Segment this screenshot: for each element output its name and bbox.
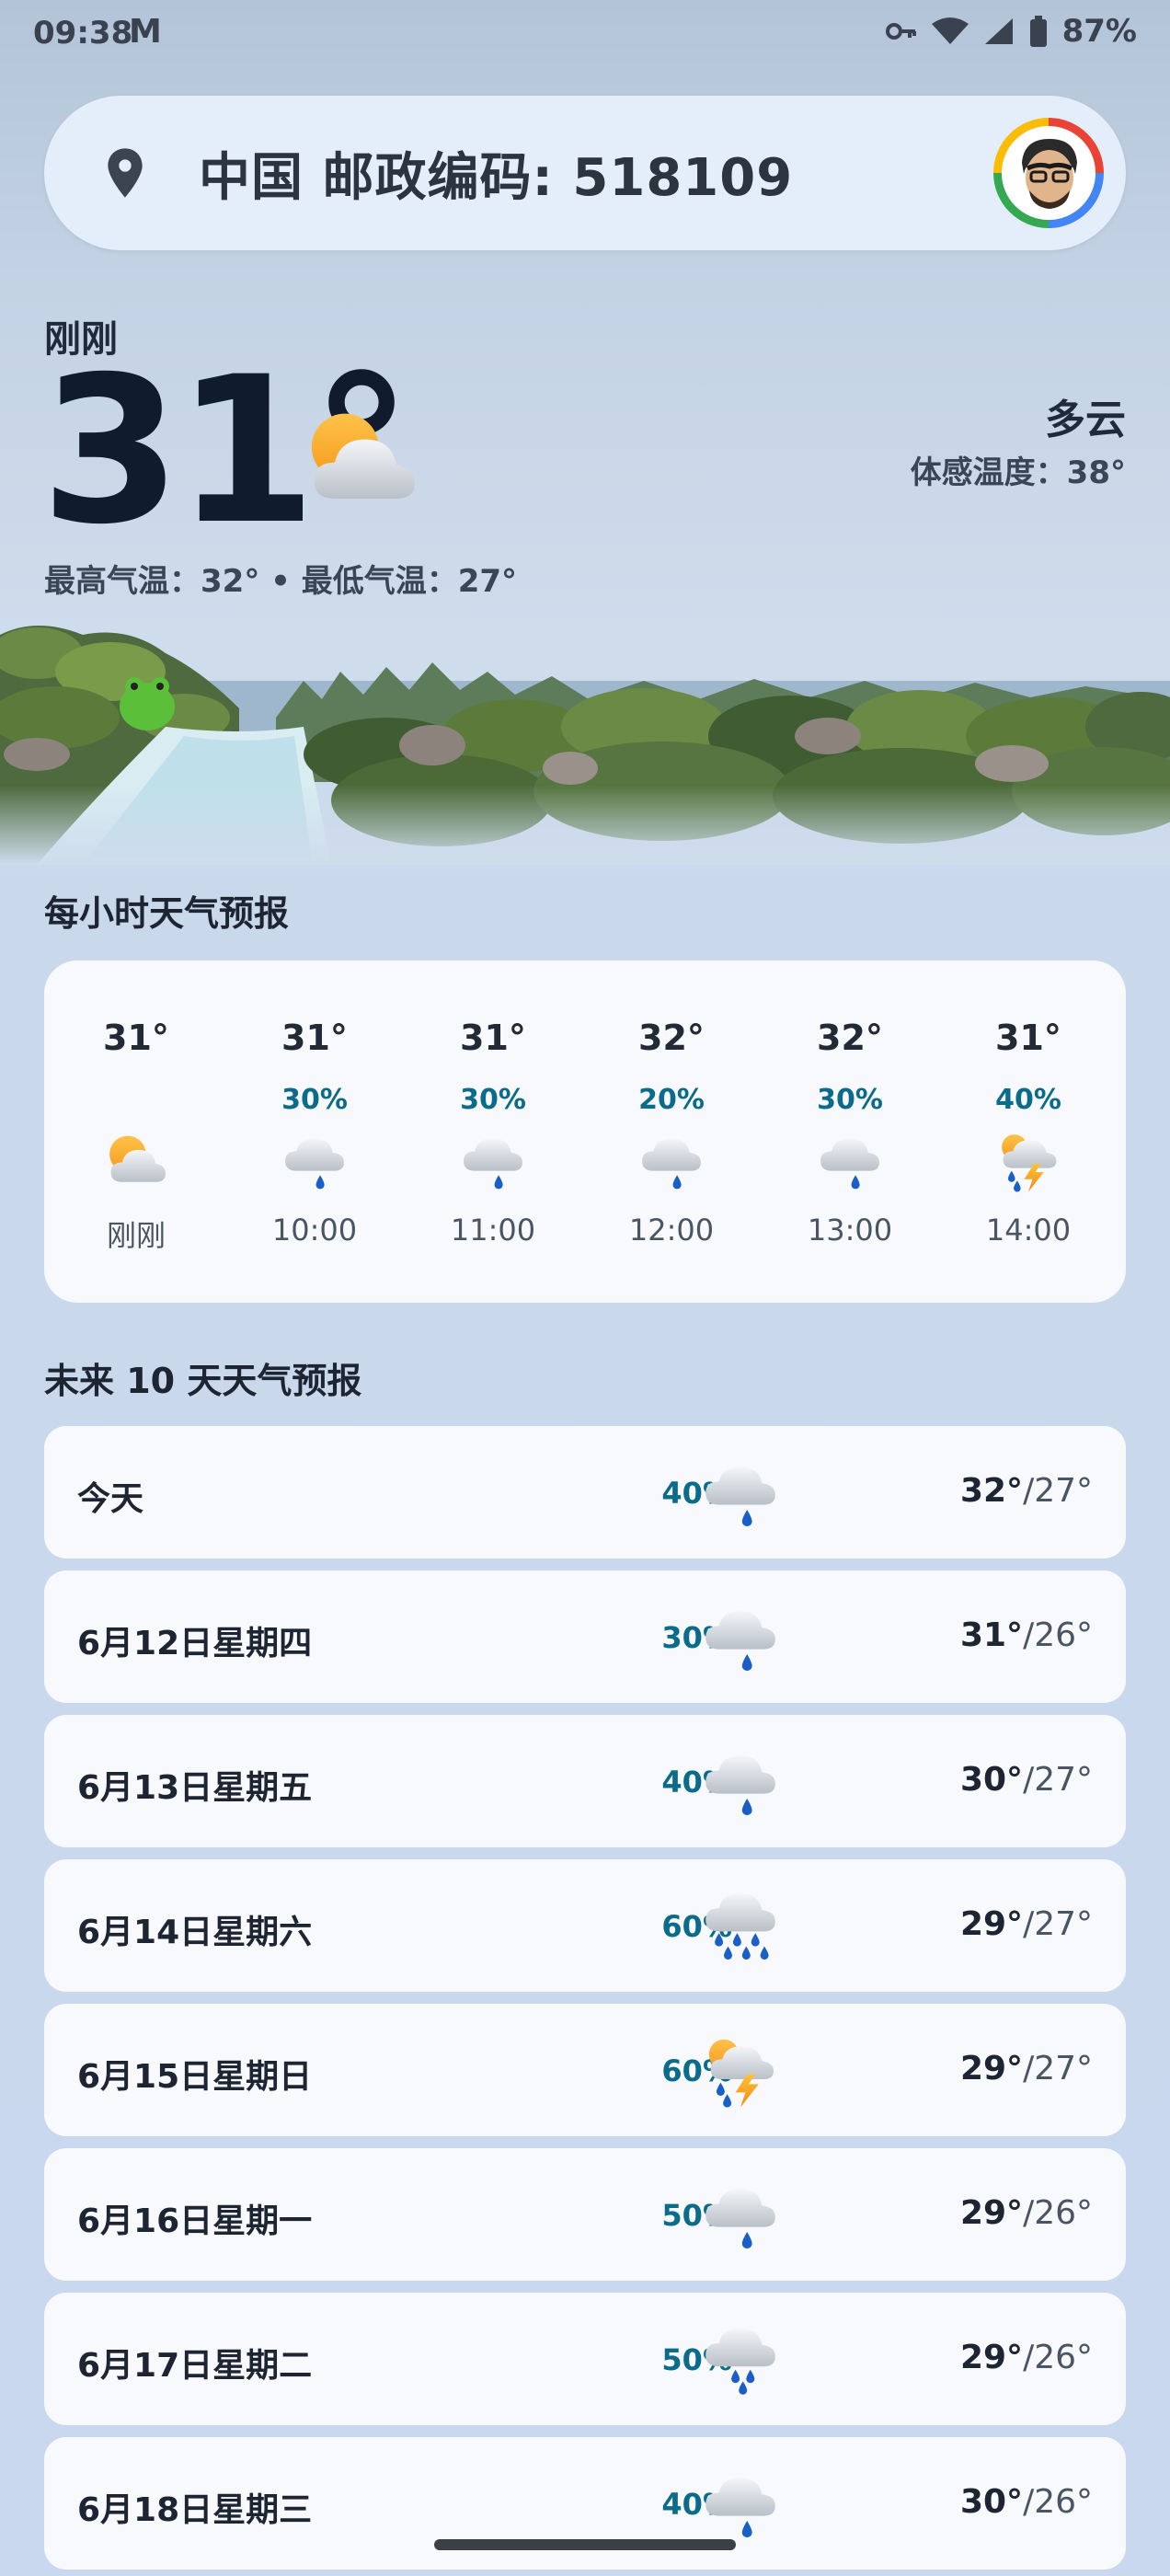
daily-high: 29° xyxy=(959,2194,1024,2232)
light-rain-icon xyxy=(699,2174,782,2257)
daily-row[interactable]: 6月12日星期四 30% 31°/26° xyxy=(44,1570,1126,1703)
daily-low: /26° xyxy=(1023,2483,1093,2521)
daily-row[interactable]: 6月16日星期一 50% 29°/26° xyxy=(44,2148,1126,2281)
gesture-nav-handle[interactable] xyxy=(434,2539,736,2550)
hourly-item[interactable]: 31° 30% 10:00 xyxy=(232,960,397,1303)
hourly-temp: 32° xyxy=(817,1018,883,1058)
daily-day: 6月16日星期一 xyxy=(77,2202,313,2240)
daily-temp-range: 30°/26° xyxy=(960,2483,1093,2521)
daily-low: /26° xyxy=(1023,2194,1093,2232)
light-rain-icon xyxy=(699,1741,782,1823)
hourly-precip: 40% xyxy=(995,1084,1061,1116)
daily-low: /27° xyxy=(1023,1472,1093,1510)
light-rain-icon xyxy=(699,1452,782,1535)
thunderstorm-icon xyxy=(699,2030,782,2112)
hourly-item[interactable]: 31° 30% 11:00 xyxy=(410,960,576,1303)
daily-day: 今天 xyxy=(77,1480,144,1518)
location-pin-icon xyxy=(108,148,143,198)
hourly-forecast-card[interactable]: 31° 刚刚 31° 30% 10:00 31° 30% 11:00 32° 2… xyxy=(44,960,1126,1303)
light-rain-icon xyxy=(458,1126,528,1196)
hourly-time: 11:00 xyxy=(450,1213,536,1248)
hourly-time: 13:00 xyxy=(807,1213,893,1248)
light-rain-icon xyxy=(815,1126,885,1196)
hourly-time: 10:00 xyxy=(271,1213,358,1248)
light-rain-icon xyxy=(637,1126,706,1196)
high-low-temperature: 最高气温：32° • 最低气温：27° xyxy=(44,563,518,600)
weather-landscape-illustration xyxy=(0,598,1170,865)
daily-high: 30° xyxy=(959,2483,1024,2521)
hourly-time: 刚刚 xyxy=(106,1218,166,1253)
daily-row[interactable]: 6月15日星期日 60% 29°/27° xyxy=(44,2004,1126,2136)
light-rain-icon xyxy=(699,1596,782,1679)
rain-icon xyxy=(699,2318,782,2401)
daily-low: /27° xyxy=(1023,1761,1093,1799)
hourly-time: 14:00 xyxy=(985,1213,1072,1248)
status-icons: 87% xyxy=(885,13,1137,50)
gmail-icon: M xyxy=(129,13,162,51)
daily-day: 6月18日星期三 xyxy=(77,2491,313,2529)
wifi-icon xyxy=(931,17,969,44)
hourly-item[interactable]: 32° 30% 13:00 xyxy=(767,960,933,1303)
daily-temp-range: 30°/27° xyxy=(960,1761,1093,1799)
daily-low: /27° xyxy=(1023,1905,1093,1943)
current-condition: 多云 xyxy=(1045,397,1126,443)
light-rain-icon xyxy=(280,1126,350,1196)
hourly-temp: 31° xyxy=(103,1018,169,1058)
daily-low: /26° xyxy=(1023,2339,1093,2376)
hourly-temp: 31° xyxy=(460,1018,526,1058)
thunderstorm-icon xyxy=(993,1126,1063,1196)
hourly-precip: 30% xyxy=(460,1084,526,1116)
daily-low: /26° xyxy=(1023,1616,1093,1654)
daily-temp-range: 29°/26° xyxy=(960,2194,1093,2232)
battery-icon xyxy=(1029,16,1047,47)
daily-high: 29° xyxy=(959,2339,1024,2376)
daily-temp-range: 29°/26° xyxy=(960,2339,1093,2376)
daily-day: 6月13日星期五 xyxy=(77,1769,313,1807)
location-search-bar[interactable]: 中国 邮政编码: 518109 xyxy=(44,96,1126,250)
hourly-item[interactable]: 31° 刚刚 xyxy=(53,960,219,1303)
partly-cloudy-icon xyxy=(287,396,434,524)
hourly-time: 12:00 xyxy=(628,1213,715,1248)
daily-temp-range: 32°/27° xyxy=(960,1472,1093,1510)
daily-row[interactable]: 今天 40% 32°/27° xyxy=(44,1426,1126,1558)
status-time: 09:38 xyxy=(33,15,133,52)
daily-high: 30° xyxy=(959,1761,1024,1799)
daily-forecast-title: 未来 10 天天气预报 xyxy=(44,1361,362,1401)
hourly-temp: 31° xyxy=(281,1018,348,1058)
avatar-face-icon xyxy=(1002,126,1095,220)
daily-high: 29° xyxy=(959,1905,1024,1943)
daily-high: 29° xyxy=(959,2050,1024,2087)
signal-icon xyxy=(984,18,1013,44)
daily-high: 31° xyxy=(959,1616,1024,1654)
daily-row[interactable]: 6月17日星期二 50% 29°/26° xyxy=(44,2293,1126,2425)
daily-day: 6月15日星期日 xyxy=(77,2058,313,2096)
status-bar: 09:38 M 87% xyxy=(0,0,1170,70)
hourly-item[interactable]: 31° 40% 14:00 xyxy=(946,960,1111,1303)
hourly-precip: 30% xyxy=(281,1084,348,1116)
account-avatar[interactable] xyxy=(993,118,1104,228)
hourly-precip: 30% xyxy=(817,1084,883,1116)
hourly-forecast-title: 每小时天气预报 xyxy=(44,893,290,934)
battery-percent: 87% xyxy=(1061,13,1137,50)
location-title: 中国 邮政编码: 518109 xyxy=(199,148,794,208)
hourly-temp: 32° xyxy=(638,1018,705,1058)
heavy-rain-icon xyxy=(699,1885,782,1968)
partly-cloudy-icon xyxy=(101,1126,171,1196)
daily-temp-range: 31°/26° xyxy=(960,1616,1093,1654)
daily-day: 6月17日星期二 xyxy=(77,2347,313,2385)
daily-day: 6月12日星期四 xyxy=(77,1625,313,1662)
daily-temp-range: 29°/27° xyxy=(960,2050,1093,2087)
hourly-item[interactable]: 32° 20% 12:00 xyxy=(589,960,754,1303)
daily-row[interactable]: 6月13日星期五 40% 30°/27° xyxy=(44,1715,1126,1847)
light-rain-icon xyxy=(699,2463,782,2546)
daily-high: 32° xyxy=(959,1472,1024,1510)
daily-row[interactable]: 6月14日星期六 60% 29°/27° xyxy=(44,1859,1126,1992)
daily-temp-range: 29°/27° xyxy=(960,1905,1093,1943)
feels-like: 体感温度：38° xyxy=(910,454,1126,491)
hourly-precip: 20% xyxy=(638,1084,705,1116)
daily-day: 6月14日星期六 xyxy=(77,1914,313,1951)
hourly-temp: 31° xyxy=(995,1018,1061,1058)
daily-low: /27° xyxy=(1023,2050,1093,2087)
vpn-key-icon xyxy=(885,23,916,40)
